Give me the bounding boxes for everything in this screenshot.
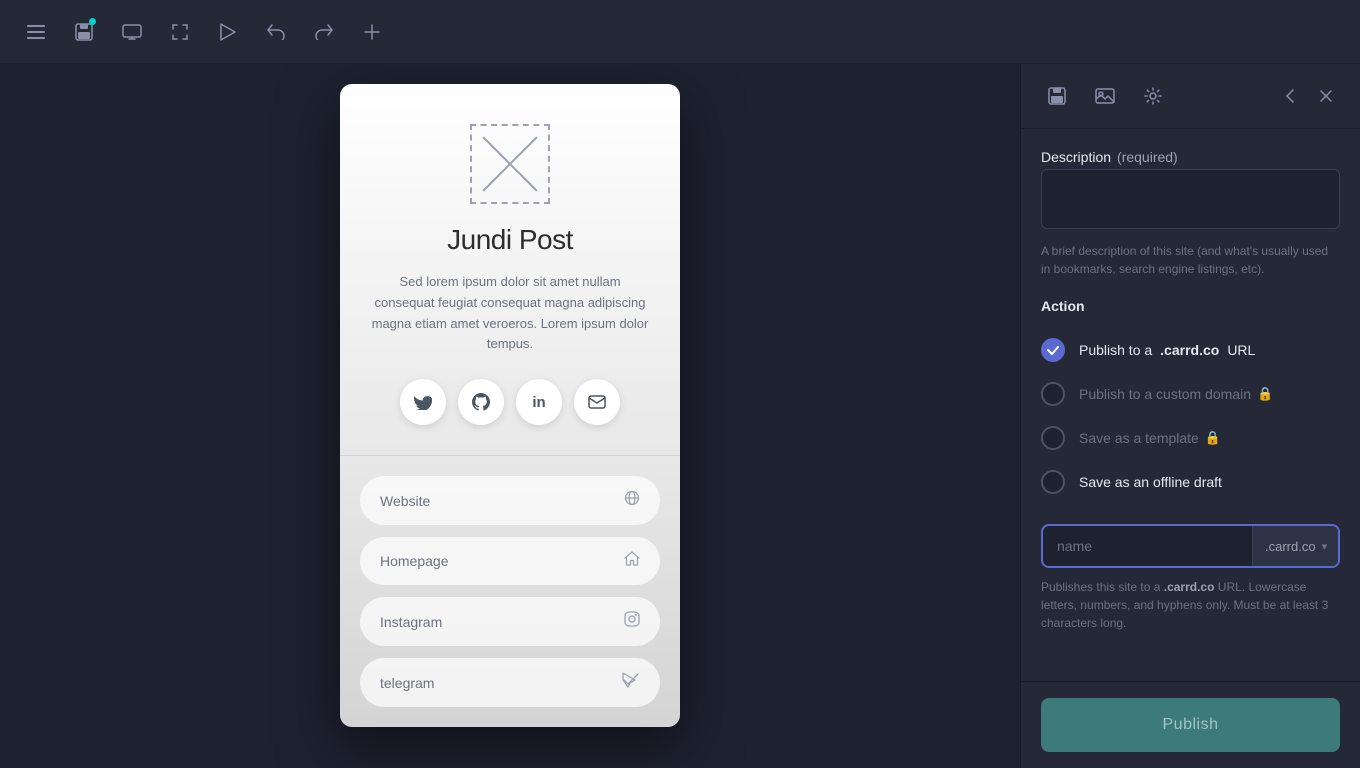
panel-nav-group — [1276, 82, 1340, 110]
panel-header — [1021, 64, 1360, 129]
url-name-input[interactable] — [1043, 526, 1252, 566]
link-item-homepage[interactable]: Homepage — [360, 537, 660, 585]
save-button[interactable] — [64, 12, 104, 52]
description-label: Description (required) — [1041, 149, 1340, 165]
link-label-instagram: Instagram — [380, 614, 442, 630]
redo-button[interactable] — [304, 12, 344, 52]
panel-back-btn[interactable] — [1276, 82, 1304, 110]
undo-button[interactable] — [256, 12, 296, 52]
twitter-social-btn[interactable] — [400, 379, 446, 425]
action-template-radio — [1041, 426, 1065, 450]
action-template-label: Save as a template 🔒 — [1079, 430, 1221, 446]
play-button[interactable] — [208, 12, 248, 52]
link-label-website: Website — [380, 493, 430, 509]
shrink-button[interactable] — [160, 12, 200, 52]
action-custom-label: Publish to a custom domain 🔒 — [1079, 386, 1273, 402]
url-suffix: .carrd.co ▾ — [1252, 526, 1339, 566]
email-social-btn[interactable] — [574, 379, 620, 425]
website-icon — [624, 490, 640, 511]
device-frame: Jundi Post Sed lorem ipsum dolor sit ame… — [340, 84, 680, 727]
action-offline-label: Save as an offline draft — [1079, 474, 1222, 490]
description-input[interactable] — [1041, 169, 1340, 229]
action-options: Publish to a .carrd.co URL Publish to a … — [1041, 328, 1340, 504]
link-item-instagram[interactable]: Instagram — [360, 597, 660, 646]
action-option-carrd[interactable]: Publish to a .carrd.co URL — [1041, 328, 1340, 372]
card-top: Jundi Post Sed lorem ipsum dolor sit ame… — [340, 84, 680, 455]
action-section-title: Action — [1041, 298, 1340, 314]
lock-icon-custom: 🔒 — [1257, 386, 1273, 402]
link-item-telegram[interactable]: telegram — [360, 658, 660, 707]
link-label-homepage: Homepage — [380, 553, 449, 569]
panel-close-btn[interactable] — [1312, 82, 1340, 110]
panel-top-icons — [1041, 80, 1169, 112]
publish-button[interactable]: Publish — [1041, 698, 1340, 752]
telegram-icon — [622, 672, 640, 693]
action-option-custom[interactable]: Publish to a custom domain 🔒 — [1041, 372, 1340, 416]
lock-icon-template: 🔒 — [1205, 430, 1221, 446]
social-icons: in — [400, 379, 620, 425]
publish-btn-area: Publish — [1021, 681, 1360, 768]
link-label-telegram: telegram — [380, 675, 434, 691]
card-description: Sed lorem ipsum dolor sit amet nullam co… — [370, 272, 650, 355]
url-input-group: .carrd.co ▾ — [1041, 524, 1340, 568]
toolbar — [0, 0, 1360, 64]
main-area: Jundi Post Sed lorem ipsum dolor sit ame… — [0, 64, 1360, 768]
action-carrd-label: Publish to a .carrd.co URL — [1079, 342, 1255, 358]
action-custom-radio — [1041, 382, 1065, 406]
home-icon — [624, 551, 640, 571]
add-button[interactable] — [352, 12, 392, 52]
card-links: Website Homepage — [340, 456, 680, 727]
url-hint: Publishes this site to a .carrd.co URL. … — [1041, 578, 1340, 632]
action-offline-radio — [1041, 470, 1065, 494]
panel-image-icon-btn[interactable] — [1089, 80, 1121, 112]
action-option-template[interactable]: Save as a template 🔒 — [1041, 416, 1340, 460]
panel-settings-icon-btn[interactable] — [1137, 80, 1169, 112]
panel-save-icon-btn[interactable] — [1041, 80, 1073, 112]
instagram-icon — [624, 611, 640, 632]
panel-content: Description (required) A brief descripti… — [1021, 129, 1360, 681]
monitor-button[interactable] — [112, 12, 152, 52]
card-title: Jundi Post — [447, 224, 573, 256]
right-panel: Description (required) A brief descripti… — [1020, 64, 1360, 768]
link-item-website[interactable]: Website — [360, 476, 660, 525]
menu-button[interactable] — [16, 12, 56, 52]
action-option-offline[interactable]: Save as an offline draft — [1041, 460, 1340, 504]
canvas-area: Jundi Post Sed lorem ipsum dolor sit ame… — [0, 64, 1020, 768]
card-image-placeholder — [470, 124, 550, 204]
url-suffix-chevron-icon: ▾ — [1322, 540, 1328, 553]
description-hint: A brief description of this site (and wh… — [1041, 242, 1340, 278]
linkedin-social-btn[interactable]: in — [516, 379, 562, 425]
github-social-btn[interactable] — [458, 379, 504, 425]
action-selected-indicator — [1041, 338, 1065, 362]
unsaved-indicator — [89, 18, 96, 25]
